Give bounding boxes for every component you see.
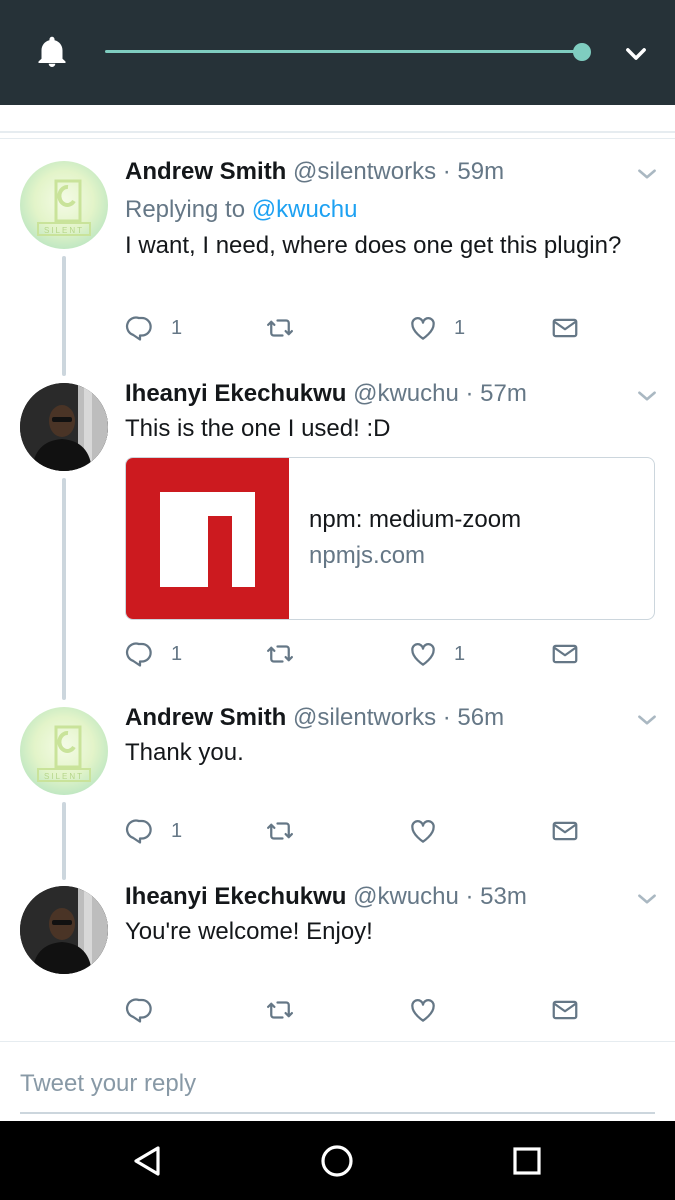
svg-text:SILENT: SILENT bbox=[44, 226, 84, 235]
reply-input-underline bbox=[20, 1112, 655, 1114]
heart-icon bbox=[411, 820, 435, 843]
author-handle[interactable]: @kwuchu bbox=[353, 883, 459, 910]
chevron-down-icon[interactable] bbox=[634, 707, 660, 733]
recents-square-icon[interactable] bbox=[507, 1141, 547, 1181]
home-circle-icon[interactable] bbox=[317, 1141, 357, 1181]
envelope-icon bbox=[552, 1000, 578, 1020]
tweet-actions: 1 bbox=[125, 815, 585, 847]
direct-message-button[interactable] bbox=[550, 994, 580, 1026]
tweet-text: I want, I need, where does one get this … bbox=[125, 232, 622, 259]
tweet-actions: 1 1 bbox=[125, 312, 585, 344]
reply-icon bbox=[125, 819, 152, 844]
replying-to: Replying to @kwuchu bbox=[125, 195, 358, 225]
timestamp: · 59m bbox=[442, 158, 505, 185]
timestamp: · 53m bbox=[465, 883, 527, 910]
heart-icon bbox=[411, 317, 435, 340]
author-name[interactable]: Iheanyi Ekechukwu bbox=[125, 380, 346, 407]
silent-logo-icon: SILENT bbox=[37, 179, 91, 236]
heart-icon bbox=[411, 643, 435, 666]
like-button[interactable]: 1 bbox=[408, 312, 465, 344]
tweet-actions bbox=[125, 994, 585, 1026]
avatar[interactable]: SILENT bbox=[20, 161, 108, 249]
envelope-icon bbox=[552, 644, 578, 664]
author-name[interactable]: Iheanyi Ekechukwu bbox=[125, 883, 346, 910]
reply-count: 1 bbox=[171, 642, 183, 665]
silent-logo-icon: SILENT bbox=[37, 725, 91, 782]
person-photo-icon bbox=[20, 383, 108, 471]
reply-count: 1 bbox=[171, 316, 183, 339]
author-handle[interactable]: @silentworks bbox=[293, 704, 436, 731]
card-domain: npmjs.com bbox=[309, 542, 426, 569]
media-notification-bar bbox=[0, 0, 675, 105]
thread-connector bbox=[62, 802, 66, 880]
progress-thumb[interactable] bbox=[573, 43, 591, 61]
npm-logo-icon bbox=[160, 492, 255, 587]
avatar[interactable] bbox=[20, 383, 108, 471]
card-title: npm: medium-zoom bbox=[309, 506, 522, 533]
system-nav-bar bbox=[0, 1121, 675, 1200]
back-triangle-icon[interactable] bbox=[128, 1141, 168, 1181]
retweet-button[interactable] bbox=[265, 638, 295, 670]
header-divider bbox=[0, 105, 675, 145]
tweet-text: Thank you. bbox=[125, 739, 244, 766]
author-name[interactable]: Andrew Smith bbox=[125, 158, 286, 185]
direct-message-button[interactable] bbox=[550, 312, 580, 344]
retweet-icon bbox=[267, 319, 293, 337]
reply-icon bbox=[125, 998, 152, 1023]
retweet-icon bbox=[267, 1001, 293, 1019]
author-handle[interactable]: @kwuchu bbox=[353, 380, 459, 407]
replying-to-label: Replying to bbox=[125, 196, 252, 223]
thread-connector bbox=[62, 256, 66, 376]
direct-message-button[interactable] bbox=[550, 638, 580, 670]
avatar[interactable] bbox=[20, 886, 108, 974]
bell-icon[interactable] bbox=[34, 34, 70, 70]
heart-icon bbox=[411, 999, 435, 1022]
chevron-down-icon[interactable] bbox=[622, 40, 650, 68]
tweet-text: You're welcome! Enjoy! bbox=[125, 918, 373, 945]
replying-to-handle[interactable]: @kwuchu bbox=[252, 196, 358, 223]
person-photo-icon bbox=[20, 886, 108, 974]
reply-icon bbox=[125, 642, 152, 667]
chevron-down-icon[interactable] bbox=[634, 383, 660, 409]
thread-connector bbox=[62, 478, 66, 700]
author-handle[interactable]: @silentworks bbox=[293, 158, 436, 185]
tweet-actions: 1 1 bbox=[125, 638, 585, 670]
direct-message-button[interactable] bbox=[550, 815, 580, 847]
like-count: 1 bbox=[454, 316, 466, 339]
retweet-icon bbox=[267, 645, 293, 663]
author-name[interactable]: Andrew Smith bbox=[125, 704, 286, 731]
timestamp: · 56m bbox=[442, 704, 505, 731]
card-thumbnail bbox=[126, 458, 289, 619]
reply-button[interactable] bbox=[125, 994, 171, 1026]
timestamp: · 57m bbox=[465, 380, 527, 407]
retweet-button[interactable] bbox=[265, 312, 295, 344]
avatar[interactable]: SILENT bbox=[20, 707, 108, 795]
svg-text:SILENT: SILENT bbox=[44, 772, 84, 781]
reply-button[interactable]: 1 bbox=[125, 312, 182, 344]
reply-icon bbox=[125, 316, 152, 341]
like-button[interactable]: 1 bbox=[408, 638, 465, 670]
link-card[interactable]: npm: medium-zoom npmjs.com bbox=[125, 457, 655, 620]
chevron-down-icon[interactable] bbox=[634, 161, 660, 187]
reply-button[interactable]: 1 bbox=[125, 815, 182, 847]
tweet-text: This is the one I used! :D bbox=[125, 415, 391, 442]
envelope-icon bbox=[552, 318, 578, 338]
like-button[interactable] bbox=[408, 815, 454, 847]
retweet-icon bbox=[267, 822, 293, 840]
like-button[interactable] bbox=[408, 994, 454, 1026]
retweet-button[interactable] bbox=[265, 994, 295, 1026]
retweet-button[interactable] bbox=[265, 815, 295, 847]
like-count: 1 bbox=[454, 642, 466, 665]
reply-count: 1 bbox=[171, 819, 183, 842]
progress-track[interactable] bbox=[105, 50, 582, 53]
reply-input[interactable]: Tweet your reply bbox=[20, 1070, 196, 1098]
chevron-down-icon[interactable] bbox=[634, 886, 660, 912]
reply-composer: Tweet your reply bbox=[0, 1041, 675, 1121]
reply-button[interactable]: 1 bbox=[125, 638, 182, 670]
envelope-icon bbox=[552, 821, 578, 841]
